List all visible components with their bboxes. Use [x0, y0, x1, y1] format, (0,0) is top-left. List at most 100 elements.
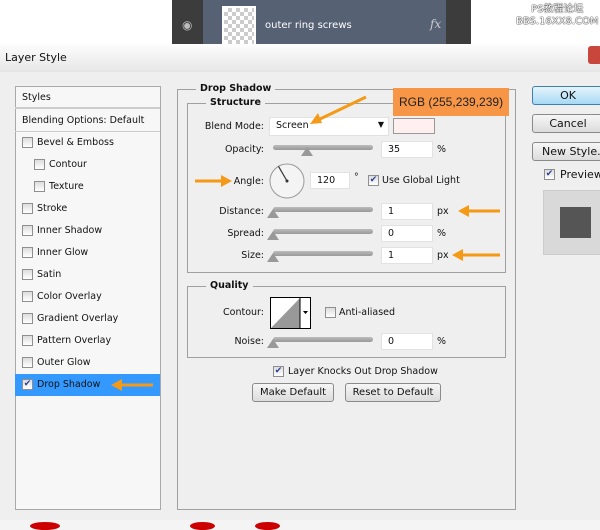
eye-icon[interactable]: ◉ — [182, 18, 192, 32]
noise-input[interactable]: 0 — [381, 333, 433, 350]
style-item-stroke[interactable]: Stroke — [15, 198, 160, 220]
style-checkbox[interactable] — [22, 291, 33, 302]
opacity-slider[interactable] — [273, 145, 373, 150]
layer-name: outer ring screws — [265, 20, 352, 31]
style-checkbox[interactable] — [22, 203, 33, 214]
preview-thumbnail — [543, 190, 600, 255]
use-global-light-label: Use Global Light — [382, 175, 460, 186]
style-item-label: Gradient Overlay — [37, 313, 119, 324]
spread-label: Spread: — [227, 228, 264, 239]
style-item-inner-shadow[interactable]: Inner Shadow — [15, 220, 160, 242]
rgb-annotation: RGB (255,239,239) — [393, 88, 509, 116]
preview-label: Preview — [560, 168, 600, 181]
title-bar — [0, 44, 600, 72]
style-item-label: Drop Shadow — [37, 379, 101, 390]
angle-dial[interactable] — [269, 163, 305, 199]
style-checkbox[interactable] — [22, 335, 33, 346]
style-item-label: Bevel & Emboss — [37, 137, 114, 148]
blending-options[interactable]: Blending Options: Default — [15, 110, 160, 132]
style-item-outer-glow[interactable]: Outer Glow — [15, 352, 160, 374]
canvas-strip — [0, 520, 600, 530]
spread-unit: % — [437, 228, 447, 239]
chevron-down-icon: ▼ — [377, 120, 384, 129]
style-checkbox[interactable] — [22, 225, 33, 236]
style-item-label: Stroke — [37, 203, 68, 214]
new-style-button[interactable]: New Style... — [532, 142, 600, 161]
angle-label: Angle: — [233, 176, 264, 187]
spread-slider[interactable] — [273, 229, 373, 234]
size-label: Size: — [241, 250, 264, 261]
style-checkbox[interactable]: ✔ — [22, 379, 33, 390]
contour-picker[interactable] — [270, 297, 311, 329]
contour-label: Contour: — [223, 307, 264, 318]
quality-group — [187, 286, 506, 358]
style-item-gradient-overlay[interactable]: Gradient Overlay — [15, 308, 160, 330]
cancel-button[interactable]: Cancel — [532, 114, 600, 133]
style-item-label: Inner Glow — [37, 247, 89, 258]
ok-button[interactable]: OK — [532, 86, 600, 105]
opacity-unit: % — [437, 144, 447, 155]
style-item-texture[interactable]: Texture — [15, 176, 160, 198]
style-checkbox[interactable] — [34, 181, 45, 192]
fx-icon[interactable]: fx — [430, 17, 441, 31]
style-checkbox[interactable] — [22, 269, 33, 280]
quality-title: Quality — [206, 280, 253, 291]
style-checkbox[interactable] — [22, 247, 33, 258]
style-item-label: Color Overlay — [37, 291, 102, 302]
preview-checkbox[interactable]: ✔ — [544, 169, 555, 180]
angle-input[interactable]: 120 — [310, 172, 350, 189]
style-checkbox[interactable] — [22, 313, 33, 324]
style-item-pattern-overlay[interactable]: Pattern Overlay — [15, 330, 160, 352]
opacity-slider-handle[interactable] — [301, 147, 313, 156]
spread-slider-handle[interactable] — [267, 231, 279, 240]
blend-mode-label: Blend Mode: — [204, 121, 264, 132]
noise-slider[interactable] — [273, 337, 373, 342]
style-item-drop-shadow[interactable]: ✔ Drop Shadow — [15, 374, 160, 396]
distance-slider[interactable] — [273, 207, 373, 212]
knockout-label: Layer Knocks Out Drop Shadow — [288, 366, 438, 377]
style-item-bevel-emboss[interactable]: Bevel & Emboss — [15, 132, 160, 154]
style-item-label: Pattern Overlay — [37, 335, 112, 346]
watermark: PS教程论坛 BBS.16XX8.COM — [516, 4, 599, 27]
style-checkbox[interactable] — [22, 357, 33, 368]
layer-thumbnail — [222, 6, 256, 46]
noise-unit: % — [437, 336, 447, 347]
drop-shadow-title: Drop Shadow — [196, 83, 276, 94]
distance-input[interactable]: 1 — [381, 203, 433, 220]
noise-slider-handle[interactable] — [267, 339, 279, 348]
style-item-label: Outer Glow — [37, 357, 91, 368]
size-slider-handle[interactable] — [267, 253, 279, 262]
style-checkbox[interactable] — [22, 137, 33, 148]
spread-input[interactable]: 0 — [381, 225, 433, 242]
blend-mode-select[interactable]: Screen ▼ — [269, 117, 389, 136]
distance-unit: px — [437, 206, 449, 217]
styles-header[interactable]: Styles — [15, 87, 160, 109]
anti-aliased-checkbox[interactable] — [325, 307, 336, 318]
make-default-button[interactable]: Make Default — [252, 383, 334, 402]
style-item-color-overlay[interactable]: Color Overlay — [15, 286, 160, 308]
angle-unit: ° — [354, 172, 359, 183]
shadow-color-swatch[interactable] — [393, 118, 435, 134]
style-checkbox[interactable] — [34, 159, 45, 170]
style-item-label: Contour — [49, 159, 87, 170]
style-item-contour[interactable]: Contour — [15, 154, 160, 176]
use-global-light-checkbox[interactable]: ✔ — [368, 175, 379, 186]
style-item-inner-glow[interactable]: Inner Glow — [15, 242, 160, 264]
distance-slider-handle[interactable] — [267, 209, 279, 218]
distance-label: Distance: — [219, 206, 264, 217]
size-slider[interactable] — [273, 251, 373, 256]
structure-title: Structure — [206, 97, 265, 108]
style-item-label: Texture — [49, 181, 84, 192]
style-item-label: Inner Shadow — [37, 225, 103, 236]
knockout-checkbox[interactable]: ✔ — [273, 366, 284, 377]
opacity-input[interactable]: 35 — [381, 141, 433, 158]
close-button[interactable] — [588, 46, 600, 64]
style-item-label: Satin — [37, 269, 62, 280]
reset-default-button[interactable]: Reset to Default — [345, 383, 441, 402]
dialog-title: Layer Style — [5, 51, 67, 64]
anti-aliased-label: Anti-aliased — [339, 307, 396, 318]
size-input[interactable]: 1 — [381, 247, 433, 264]
style-item-satin[interactable]: Satin — [15, 264, 160, 286]
noise-label: Noise: — [234, 336, 264, 347]
size-unit: px — [437, 250, 449, 261]
